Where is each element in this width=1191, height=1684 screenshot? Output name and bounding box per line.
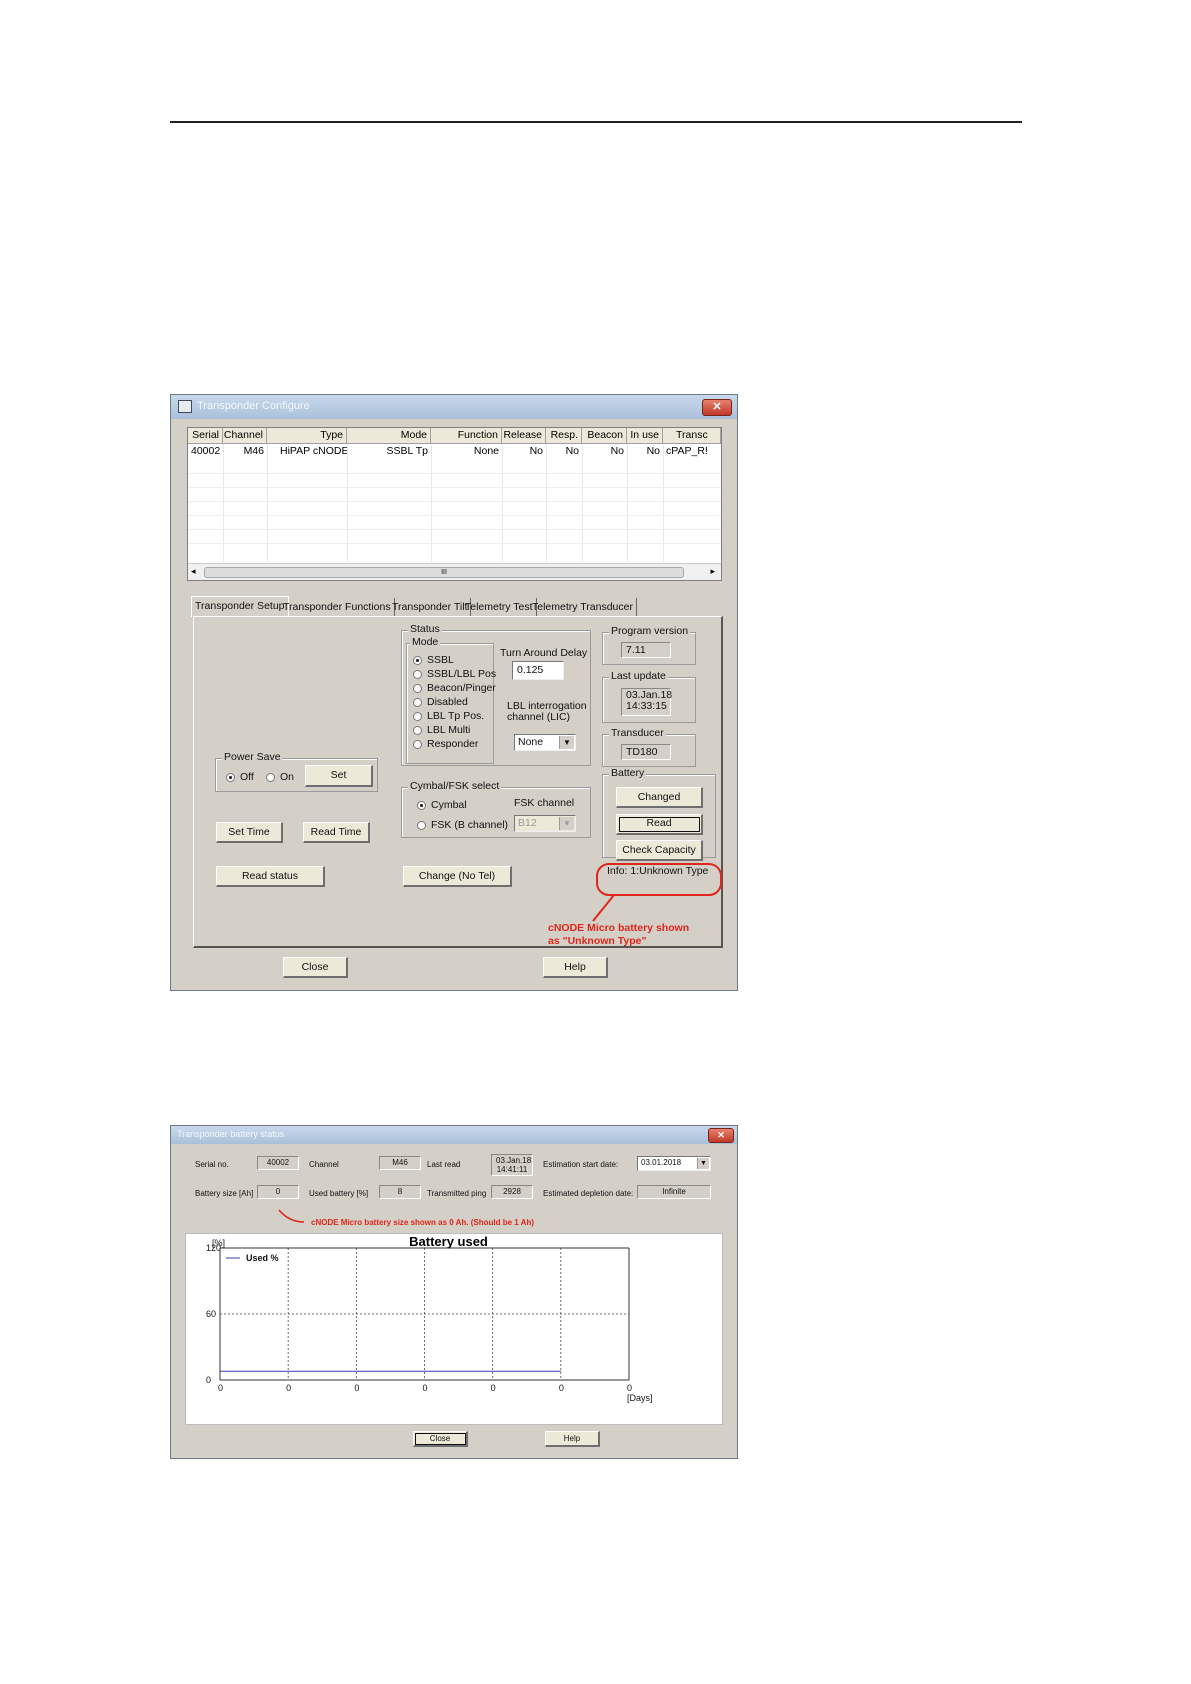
annotation-line-1: cNODE Micro battery shown <box>548 922 690 934</box>
close-button[interactable]: Close <box>283 957 348 978</box>
chart-title: Battery used <box>409 1234 488 1249</box>
x-tick-label: 0 <box>354 1383 359 1393</box>
annotation-overlay <box>592 863 722 922</box>
page-rule <box>170 121 1022 123</box>
transponder-configure-window: Transponder Configure ✕ Serial Channel T… <box>170 394 738 991</box>
help-button[interactable]: Help <box>543 957 608 978</box>
x-tick-label: 0 <box>218 1383 223 1393</box>
x-axis-label: [Days] <box>627 1393 653 1403</box>
annotation-pointer <box>592 894 615 922</box>
y-tick-label: 0 <box>206 1375 211 1385</box>
highlight-ellipse <box>596 863 722 896</box>
legend-label: Used % <box>246 1253 279 1263</box>
x-tick-label: 0 <box>286 1383 291 1393</box>
y-axis-label: [%] <box>212 1238 225 1248</box>
annotation-text: cNODE Micro battery shown as "Unknown Ty… <box>548 922 689 948</box>
battery-status-window: Transponder battery status ✕ Serial no. … <box>170 1125 738 1459</box>
x-tick-label: 0 <box>559 1383 564 1393</box>
battery-used-chart: 120 60 0 0 0 0 0 0 0 0 [%] [Days] Battery used Used % <box>185 1233 723 1425</box>
annotation-text: cNODE Micro battery size shown as 0 Ah. … <box>311 1218 534 1227</box>
annotation-pointer <box>278 1209 305 1223</box>
chart-svg: 1206000 0 0 0 0 0 0[%][Days]Battery usedUsed % <box>206 1234 653 1403</box>
help-button[interactable]: Help <box>545 1431 600 1447</box>
x-tick-label: 0 <box>491 1383 496 1393</box>
close-button[interactable]: Close <box>413 1431 468 1447</box>
x-tick-label: 0 <box>627 1383 632 1393</box>
y-tick-label: 60 <box>206 1309 216 1319</box>
x-tick-label: 0 <box>423 1383 428 1393</box>
annotation-line-2: as "Unknown Type" <box>548 935 647 947</box>
